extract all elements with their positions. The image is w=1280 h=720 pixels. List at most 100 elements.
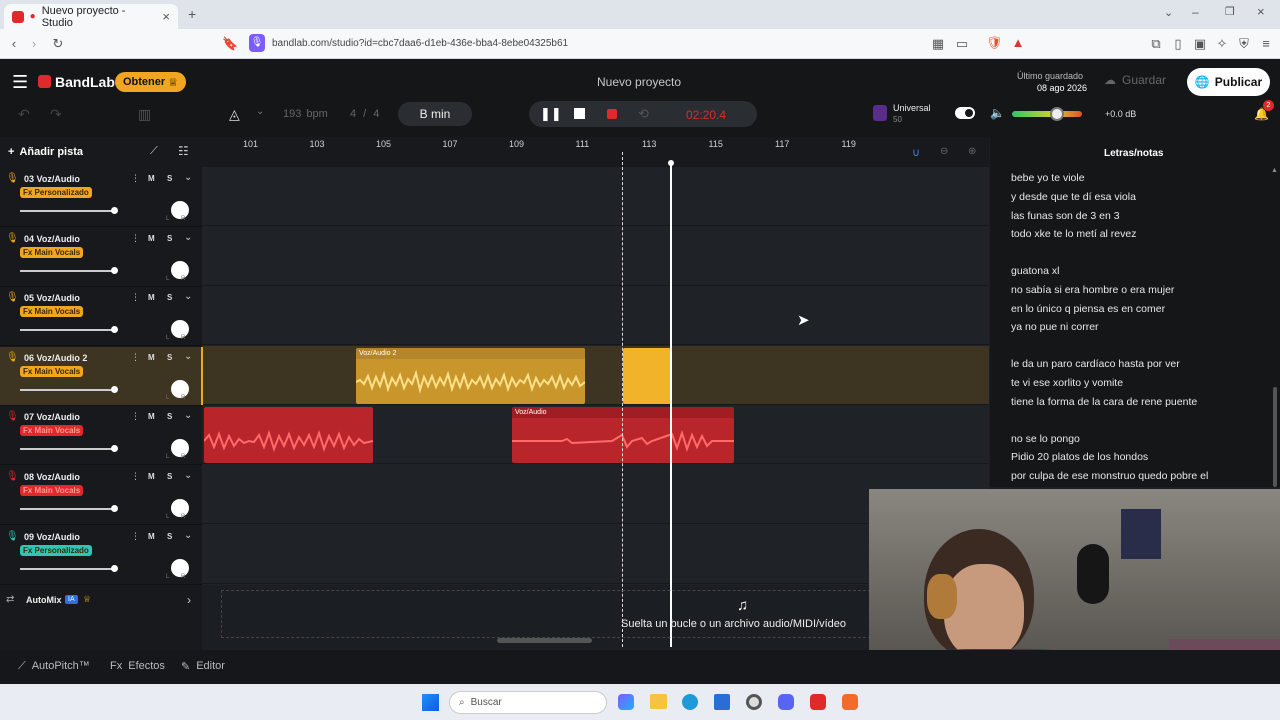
track-row[interactable]: 🎙 07 Voz/Audio ⋮ M S ⌄ Fx Main Vocals L R	[0, 406, 202, 466]
vpn-icon[interactable]: ⛨	[1236, 36, 1252, 52]
audio-clip-track07-a[interactable]	[204, 407, 373, 463]
add-track-button[interactable]: + Añadir pista	[8, 142, 98, 162]
metronome-dropdown-icon[interactable]: ⌄	[256, 106, 264, 117]
wallet-icon[interactable]: ▣	[1192, 36, 1208, 52]
track-row[interactable]: 🎙 08 Voz/Audio ⋮ M S ⌄ Fx Main Vocals L R	[0, 466, 202, 525]
solo-button[interactable]: S	[167, 412, 172, 421]
back-icon[interactable]: ‹	[6, 36, 22, 51]
solo-button[interactable]: S	[167, 532, 172, 541]
fx-preset-badge[interactable]: Fx Personalizado	[20, 187, 92, 198]
close-window-icon[interactable]: ×	[1257, 4, 1265, 19]
instrument-icon[interactable]	[873, 105, 887, 121]
automation-icon[interactable]: ⟋	[150, 145, 158, 158]
bpm-field[interactable]: 193 bpm	[283, 108, 328, 120]
solo-button[interactable]: S	[167, 174, 172, 183]
menu-icon[interactable]: ≡	[1258, 36, 1274, 51]
obtener-button[interactable]: Obtener ♕	[115, 72, 186, 92]
editor-button[interactable]: ✎ Editor	[181, 660, 225, 673]
undo-icon[interactable]: ↶	[18, 106, 30, 123]
track-row[interactable]: 🎙 09 Voz/Audio ⋮ M S ⌄ Fx Personalizado L R	[0, 525, 202, 585]
mixer-icon[interactable]: ▥	[138, 106, 151, 123]
bandlab-app-icon[interactable]	[810, 694, 826, 710]
track-row[interactable]: 🎙 05 Voz/Audio ⋮ M S ⌄ Fx Main Vocals L R	[0, 287, 202, 347]
redo-icon[interactable]: ↷	[50, 106, 62, 123]
instrument-toggle[interactable]	[955, 107, 975, 119]
track-volume-slider[interactable]	[20, 269, 116, 272]
audio-clip-track06-a[interactable]: Voz/Audio 2	[356, 348, 585, 404]
snap-magnet-icon[interactable]: ∪	[912, 146, 920, 159]
master-volume-knob[interactable]	[1050, 107, 1064, 121]
track-menu-icon[interactable]: ⋮	[131, 411, 140, 422]
tab-list-icon[interactable]: ⌄	[1164, 6, 1173, 19]
track-menu-icon[interactable]: ⋮	[131, 531, 140, 542]
brave-shield-icon[interactable]: 🛡	[986, 35, 1003, 51]
mute-button[interactable]: M	[148, 293, 155, 302]
track-volume-slider[interactable]	[20, 210, 116, 212]
extensions-icon[interactable]: ⧉	[1148, 36, 1164, 52]
browser-tab[interactable]: ● Nuevo proyecto - Studio ×	[4, 4, 178, 29]
playhead-handle-icon[interactable]	[668, 160, 674, 166]
fx-preset-badge[interactable]: Fx Main Vocals	[20, 365, 84, 377]
track-settings-icon[interactable]: ☷	[178, 144, 189, 158]
mute-button[interactable]: M	[148, 532, 155, 541]
speaker-icon[interactable]: 🔈	[990, 106, 1005, 120]
record-icon[interactable]	[607, 109, 617, 119]
fx-preset-badge[interactable]: Fx Main Vocals	[20, 306, 84, 318]
track-row[interactable]: 🎙 03 Voz/Audio ⋮ M S ⌄ Fx Personalizado L R	[0, 168, 202, 227]
solo-button[interactable]: S	[167, 293, 172, 302]
expand-track-icon[interactable]: ⌄	[184, 172, 192, 183]
fx-preset-badge[interactable]: Fx Main Vocals	[20, 246, 84, 258]
track-menu-icon[interactable]: ⋮	[131, 233, 140, 244]
track-volume-knob[interactable]	[111, 207, 118, 214]
cast-icon[interactable]: ▭	[954, 36, 970, 52]
loop-icon[interactable]: ⟲	[638, 106, 649, 122]
track-row[interactable]: 🎙 04 Voz/Audio ⋮ M S ⌄ Fx Main Vocals L R	[0, 227, 202, 287]
mute-button[interactable]: M	[148, 234, 155, 243]
track-volume-slider[interactable]	[20, 508, 116, 510]
loop-start-marker[interactable]	[622, 152, 623, 647]
maximize-icon[interactable]: ❐	[1225, 5, 1235, 18]
audio-clip-track07-b[interactable]: Voz/Audio	[512, 407, 734, 463]
track-volume-slider[interactable]	[20, 567, 116, 570]
chrome-icon[interactable]	[746, 694, 762, 710]
project-title[interactable]: Nuevo proyecto	[597, 75, 681, 89]
close-tab-icon[interactable]: ×	[162, 9, 170, 24]
track-name[interactable]: 04 Voz/Audio	[24, 234, 80, 244]
taskbar-search[interactable]: ⌕ Buscar	[449, 691, 607, 714]
zoom-in-icon[interactable]: ⊕	[968, 146, 976, 157]
track-menu-icon[interactable]: ⋮	[131, 352, 140, 363]
stop-icon[interactable]	[574, 108, 585, 119]
solo-button[interactable]: S	[167, 234, 172, 243]
track-volume-knob[interactable]	[111, 326, 118, 334]
scroll-up-icon[interactable]: ▲	[1271, 167, 1278, 174]
zoom-out-icon[interactable]: ⊖	[940, 146, 948, 157]
track-volume-knob[interactable]	[111, 445, 118, 453]
track-lane[interactable]	[202, 286, 989, 346]
key-selector[interactable]: B min	[398, 102, 472, 126]
efectos-button[interactable]: Fx Efectos	[110, 660, 165, 672]
master-volume-slider[interactable]	[1012, 111, 1082, 117]
expand-track-icon[interactable]: ⌄	[184, 291, 192, 302]
pause-icon[interactable]: ❚❚	[540, 106, 562, 122]
solo-button[interactable]: S	[167, 353, 172, 362]
forward-icon[interactable]: ›	[26, 36, 42, 51]
track-volume-knob[interactable]	[111, 505, 118, 512]
track-name[interactable]: 05 Voz/Audio	[24, 293, 80, 303]
file-explorer-icon[interactable]	[650, 694, 667, 709]
edge-icon[interactable]	[682, 694, 698, 710]
track-name[interactable]: 09 Voz/Audio	[24, 532, 80, 542]
autopitch-button[interactable]: ⟋ AutoPitch™	[18, 660, 90, 673]
leo-icon[interactable]: ✧	[1214, 36, 1230, 52]
copilot-icon[interactable]	[618, 694, 634, 710]
mute-button[interactable]: M	[148, 174, 155, 183]
mic-permission-icon[interactable]: 🎙	[249, 34, 265, 52]
bandlab-logo[interactable]: BandLab	[55, 74, 115, 90]
track-menu-icon[interactable]: ⋮	[131, 173, 140, 184]
track-volume-knob[interactable]	[111, 564, 118, 572]
automix-expand-icon[interactable]: ›	[187, 593, 191, 607]
track-name[interactable]: 08 Voz/Audio	[24, 472, 80, 482]
track-menu-icon[interactable]: ⋮	[131, 292, 140, 303]
expand-track-icon[interactable]: ⌄	[184, 530, 192, 541]
publicar-button[interactable]: 🌐 Publicar	[1187, 68, 1270, 96]
track-menu-icon[interactable]: ⋮	[131, 471, 140, 482]
